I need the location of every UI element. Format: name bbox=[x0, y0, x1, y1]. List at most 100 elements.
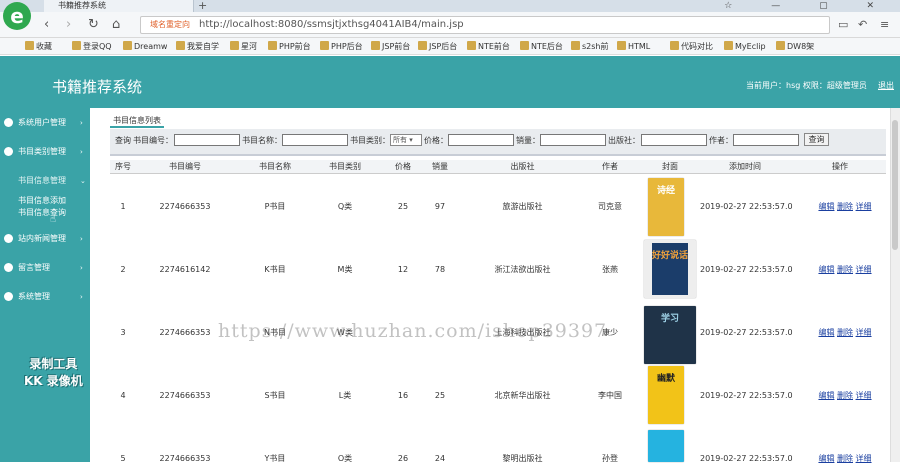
cell-author: 司克意 bbox=[598, 202, 622, 211]
sidebar-item-messages[interactable]: 留言管理 › bbox=[0, 258, 90, 278]
bookmark-item[interactable]: PHP后台 bbox=[320, 40, 363, 53]
search-prefix: 查询 bbox=[115, 136, 131, 145]
cell-type: L类 bbox=[338, 391, 352, 400]
cell-sales: 97 bbox=[434, 202, 446, 211]
scrollbar-thumb[interactable] bbox=[892, 120, 898, 250]
edit-link[interactable]: 编辑 bbox=[818, 391, 834, 400]
bookmark-item[interactable]: JSP后台 bbox=[418, 40, 457, 53]
browser-logo-icon: e bbox=[3, 2, 31, 30]
price-label: 价格： bbox=[424, 136, 448, 145]
bookmark-icon bbox=[268, 41, 277, 50]
forward-icon[interactable]: › bbox=[66, 17, 71, 33]
bookmark-item[interactable]: PHP前台 bbox=[268, 40, 311, 53]
bookmark-item[interactable]: HTML bbox=[617, 40, 650, 53]
search-button[interactable]: 查询 bbox=[804, 133, 829, 146]
new-tab-icon[interactable]: + bbox=[198, 0, 207, 12]
sidebar-item-users[interactable]: 系统用户管理 › bbox=[0, 113, 90, 133]
edit-link[interactable]: 编辑 bbox=[818, 328, 834, 337]
bookmark-item[interactable]: JSP前台 bbox=[371, 40, 410, 53]
col-header: 书目编号 bbox=[169, 162, 201, 171]
browser-tab[interactable]: 书籍推荐系统 bbox=[44, 0, 194, 12]
cell-no: 4 bbox=[120, 391, 126, 400]
refresh-icon[interactable]: ↻ bbox=[88, 17, 99, 33]
bookmark-item[interactable]: 登录QQ bbox=[72, 40, 112, 53]
sales-input[interactable] bbox=[540, 134, 606, 146]
url-text[interactable]: http://localhost:8080/ssmsjtjxthsg4041AI… bbox=[199, 18, 464, 32]
cell-price: 12 bbox=[397, 265, 409, 274]
app-title: 书籍推荐系统 bbox=[52, 78, 143, 96]
sidebar-item-system[interactable]: 系统管理 › bbox=[0, 287, 90, 307]
col-header: 序号 bbox=[115, 162, 131, 171]
cell-publisher: 浙江法欲出版社 bbox=[494, 265, 551, 274]
menu-icon[interactable]: ≡ bbox=[880, 17, 889, 33]
bookmark-item[interactable]: 代码对比 bbox=[670, 40, 713, 53]
sidebar-item-categories[interactable]: 书目类别管理 › bbox=[0, 142, 90, 162]
cell-code: 2274666353 bbox=[159, 391, 211, 400]
user-icon bbox=[4, 118, 13, 127]
sidebar-item-news[interactable]: 站内新闻管理 › bbox=[0, 229, 90, 249]
type-label: 书目类别： bbox=[350, 136, 390, 145]
chart-icon bbox=[4, 292, 13, 301]
delete-link[interactable]: 删除 bbox=[837, 328, 853, 337]
author-input[interactable] bbox=[733, 134, 799, 146]
detail-link[interactable]: 详细 bbox=[856, 265, 872, 274]
detail-link[interactable]: 详细 bbox=[856, 391, 872, 400]
bookmark-icon bbox=[724, 41, 733, 50]
cell-name: S书目 bbox=[264, 391, 286, 400]
bookmark-item[interactable]: MyEclip bbox=[724, 40, 766, 53]
bookmark-item[interactable]: NTE后台 bbox=[520, 40, 563, 53]
bookmark-item[interactable]: s2sh前 bbox=[571, 40, 609, 53]
edit-link[interactable]: 编辑 bbox=[818, 202, 834, 211]
bookmark-item[interactable]: Dreamw bbox=[123, 40, 167, 53]
bookmark-icon bbox=[617, 41, 626, 50]
cell-no: 5 bbox=[120, 454, 126, 463]
col-header: 书目名称 bbox=[259, 162, 291, 171]
cell-name: K书目 bbox=[264, 265, 286, 274]
bookmark-item[interactable]: DW8架 bbox=[776, 40, 814, 53]
delete-link[interactable]: 删除 bbox=[837, 265, 853, 274]
cell-type: O类 bbox=[337, 454, 353, 463]
bookmark-item[interactable]: 收藏 bbox=[25, 40, 52, 53]
cell-code: 2274616142 bbox=[159, 265, 211, 274]
undo-icon[interactable]: ↶ bbox=[858, 17, 867, 33]
cell-price: 26 bbox=[397, 454, 409, 463]
logout-link[interactable]: 退出 bbox=[878, 80, 894, 92]
book-cover-image bbox=[648, 430, 684, 462]
bookmark-item[interactable]: 星河 bbox=[230, 40, 257, 53]
sidebar-subitem-add-book[interactable]: 书目信息添加 bbox=[18, 196, 66, 206]
book-cover-image: 好好说话 bbox=[644, 240, 696, 298]
detail-link[interactable]: 详细 bbox=[856, 328, 872, 337]
page-tab[interactable]: 书目信息列表 bbox=[110, 114, 164, 128]
chevron-right-icon: › bbox=[80, 148, 83, 156]
home-icon[interactable]: ⌂ bbox=[112, 17, 120, 33]
price-input[interactable] bbox=[448, 134, 514, 146]
bookmark-icon bbox=[571, 41, 580, 50]
code-input[interactable] bbox=[174, 134, 240, 146]
user-info: 当前用户：hsg 权限：超级管理员 bbox=[746, 81, 867, 90]
detail-link[interactable]: 详细 bbox=[856, 202, 872, 211]
type-select[interactable]: 所有 ▾ bbox=[390, 134, 422, 146]
cell-type: Q类 bbox=[337, 202, 353, 211]
bookmark-icon bbox=[230, 41, 239, 50]
window-controls[interactable]: ☆ — ▢ ✕ bbox=[724, 0, 892, 12]
name-input[interactable] bbox=[282, 134, 348, 146]
cursor-hand-icon: ☝ bbox=[50, 214, 57, 225]
reading-mode-icon[interactable]: ▭ bbox=[838, 17, 848, 33]
bookmark-item[interactable]: 我爱自学 bbox=[176, 40, 219, 53]
delete-link[interactable]: 删除 bbox=[837, 391, 853, 400]
sidebar-subitem-query-book[interactable]: 书目信息查询 bbox=[18, 208, 66, 218]
bookmark-icon bbox=[670, 41, 679, 50]
back-icon[interactable]: ‹ bbox=[44, 17, 49, 33]
bookmark-item[interactable]: NTE前台 bbox=[467, 40, 510, 53]
col-header: 封面 bbox=[662, 162, 678, 171]
cell-publisher: 北京新华出版社 bbox=[494, 391, 551, 400]
cell-actions: 编辑 删除 详细 bbox=[815, 454, 875, 464]
publisher-label: 出版社： bbox=[608, 136, 640, 145]
cell-price: 16 bbox=[397, 391, 409, 400]
publisher-input[interactable] bbox=[641, 134, 707, 146]
edit-link[interactable]: 编辑 bbox=[818, 265, 834, 274]
sidebar-item-books[interactable]: 书目信息管理 ⌄ bbox=[0, 171, 90, 191]
delete-link[interactable]: 删除 bbox=[837, 202, 853, 211]
col-header: 作者 bbox=[602, 162, 618, 171]
col-header: 价格 bbox=[395, 162, 411, 171]
